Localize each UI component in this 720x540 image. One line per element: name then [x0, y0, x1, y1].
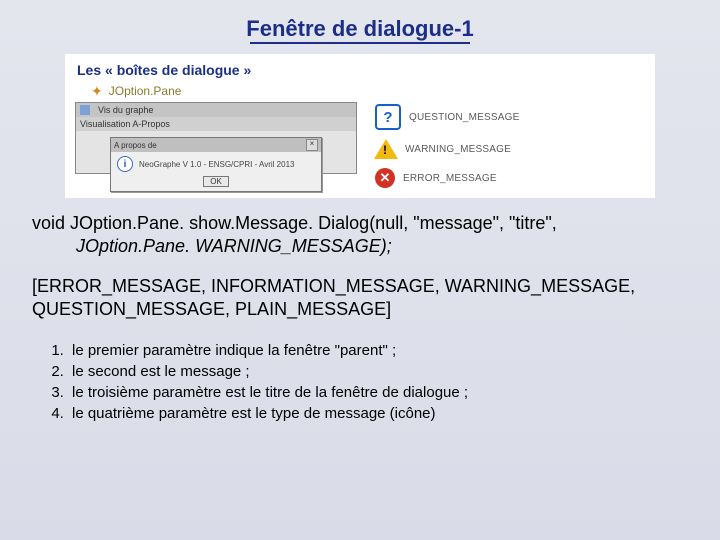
about-dialog-titlebar: A propos de × — [111, 138, 321, 152]
list-item: le premier paramètre indique la fenêtre … — [68, 340, 688, 361]
bullet-star-icon: ✦ — [91, 84, 103, 98]
about-dialog-title: A propos de — [114, 141, 157, 150]
title-text: Fenêtre de dialogue-1 — [246, 16, 473, 41]
title-underline — [250, 42, 470, 44]
message-types-list: [ERROR_MESSAGE, INFORMATION_MESSAGE, WAR… — [32, 275, 688, 320]
parent-window-body: A propos de × i NeoGraphe V 1.0 - ENSG/C… — [76, 131, 356, 173]
about-dialog-buttons: OK — [111, 174, 321, 191]
error-message-row: ✕ ERROR_MESSAGE — [375, 168, 519, 188]
question-message-label: QUESTION_MESSAGE — [409, 112, 519, 123]
app-icon — [80, 105, 90, 115]
illustration-row: Vis du graphe Visualisation A-Propos A p… — [75, 102, 645, 188]
joptionpane-label: JOption.Pane — [109, 84, 182, 98]
parent-window-title: Vis du graphe — [98, 105, 153, 115]
error-message-label: ERROR_MESSAGE — [403, 173, 497, 184]
question-message-row: ? QUESTION_MESSAGE — [375, 104, 519, 130]
page-title: Fenêtre de dialogue-1 — [28, 16, 692, 44]
error-icon: ✕ — [375, 168, 395, 188]
about-dialog: A propos de × i NeoGraphe V 1.0 - ENSG/C… — [110, 137, 322, 192]
code-snippet: void JOption.Pane. show.Message. Dialog(… — [32, 212, 688, 257]
illustration-panel: Les « boîtes de dialogue » ✦ JOption.Pan… — [65, 54, 655, 198]
ok-button[interactable]: OK — [203, 176, 229, 187]
parameters-list: le premier paramètre indique la fenêtre … — [32, 340, 688, 424]
illustration-header: Les « boîtes de dialogue » — [77, 62, 645, 78]
close-icon[interactable]: × — [306, 139, 318, 151]
warning-icon — [375, 138, 397, 160]
information-icon: i — [117, 156, 133, 172]
slide: Fenêtre de dialogue-1 Les « boîtes de di… — [0, 0, 720, 540]
code-line-2: JOption.Pane. WARNING_MESSAGE); — [32, 235, 688, 258]
about-dialog-body: i NeoGraphe V 1.0 - ENSG/CPRI - Avril 20… — [111, 152, 321, 174]
parent-window-titlebar: Vis du graphe — [76, 103, 356, 117]
list-item: le troisième paramètre est le titre de l… — [68, 382, 688, 403]
list-item: le quatrième paramètre est le type de me… — [68, 403, 688, 424]
parent-window-menu: Visualisation A-Propos — [80, 119, 170, 129]
question-icon: ? — [375, 104, 401, 130]
code-line-1: void JOption.Pane. show.Message. Dialog(… — [32, 213, 557, 233]
parent-window: Vis du graphe Visualisation A-Propos A p… — [75, 102, 357, 174]
message-icons-legend: ? QUESTION_MESSAGE WARNING_MESSAGE ✕ ERR… — [375, 104, 519, 188]
parent-window-menubar: Visualisation A-Propos — [76, 117, 356, 131]
about-dialog-message: NeoGraphe V 1.0 - ENSG/CPRI - Avril 2013 — [139, 160, 294, 169]
warning-message-label: WARNING_MESSAGE — [405, 144, 511, 155]
warning-message-row: WARNING_MESSAGE — [375, 138, 519, 160]
list-item: le second est le message ; — [68, 361, 688, 382]
illustration-subheader: ✦ JOption.Pane — [91, 84, 645, 98]
